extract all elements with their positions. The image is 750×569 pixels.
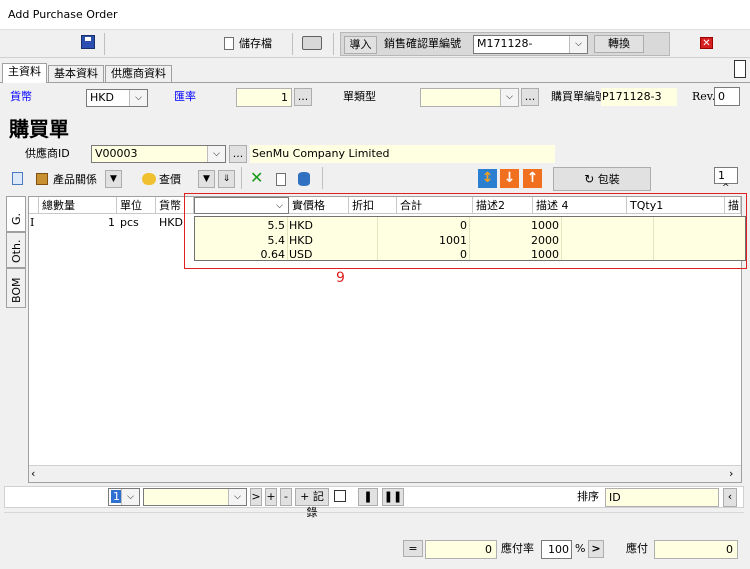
sales-confirm-select[interactable]: M171128- ⌵ [473, 35, 588, 54]
scroll-left-icon[interactable]: ‹ [31, 467, 35, 480]
chevron-down-icon[interactable]: ⌵ [129, 90, 147, 106]
row-header-cell [29, 197, 39, 214]
page-number-field[interactable]: 1 [714, 167, 738, 184]
row-select[interactable]: 1 ⌵ [108, 488, 140, 506]
import-button[interactable]: 導入 [344, 36, 377, 54]
qty-cell[interactable]: 1 [39, 216, 115, 229]
supplier-ellipsis-button[interactable]: ... [229, 145, 247, 163]
window-title: Add Purchase Order [8, 8, 118, 21]
toolbar-divider [104, 33, 105, 55]
doc-type-ellipsis-button[interactable]: ... [521, 88, 539, 106]
document-icon[interactable] [276, 173, 286, 186]
column-header[interactable]: 總數量 [39, 197, 117, 214]
save-file-button[interactable]: 儲存檔 [239, 35, 272, 53]
chevron-down-icon[interactable]: ⌵ [121, 489, 139, 505]
document-icon [224, 37, 234, 50]
tab-bar-line [0, 82, 750, 83]
delete-icon[interactable]: ✕ [250, 169, 264, 187]
po-no-value: P171128-3 [601, 88, 677, 106]
po-no-label: 購買單編號 [551, 90, 606, 103]
rate-field[interactable]: 1 [236, 88, 292, 107]
chevron-down-icon[interactable]: ⌵ [228, 489, 246, 505]
payable-label: 應付 [626, 542, 648, 555]
tab-supplier[interactable]: 供應商資料 [105, 65, 172, 82]
foot-icon[interactable]: ❚ [358, 488, 378, 506]
feet-icon[interactable]: ❚❚ [382, 488, 404, 506]
equals-button[interactable]: = [403, 540, 423, 557]
sales-confirm-label: 銷售確認單編號 [384, 37, 461, 50]
apply-rate-button[interactable]: > [588, 540, 604, 558]
status-strip [4, 512, 744, 534]
toolbar-divider [241, 167, 242, 189]
percent-label: % [575, 542, 586, 555]
move-down-icon[interactable]: ↓ [500, 169, 519, 188]
currency-cell[interactable]: HKD [159, 216, 183, 229]
price-search-icon [142, 173, 156, 185]
refresh-icon: ↻ [584, 172, 595, 186]
next-button[interactable]: > [250, 488, 262, 506]
payable-rate-label: 應付率 [501, 542, 534, 555]
filter-down-icon[interactable]: ⇓ [218, 170, 235, 188]
caret-label: ^ [722, 183, 730, 193]
check-price-button[interactable]: 查價 [159, 171, 181, 189]
column-header[interactable]: 單位 [117, 197, 156, 214]
sort-field[interactable]: ID [605, 488, 719, 507]
side-tab-general[interactable]: G. [6, 196, 26, 232]
side-tab-bom[interactable]: BOM [6, 268, 26, 308]
convert-button[interactable]: 轉換 [594, 35, 644, 53]
product-relation-button[interactable]: 產品關係 [53, 171, 97, 189]
supplier-name: SenMu Company Limited [250, 145, 555, 163]
keyboard-icon[interactable] [302, 36, 322, 50]
unit-cell[interactable]: pcs [120, 216, 139, 229]
copy-icon[interactable] [12, 172, 23, 185]
record-checkbox[interactable] [334, 490, 346, 502]
rev-label: Rev. [692, 90, 716, 103]
tab-basic[interactable]: 基本資料 [48, 65, 104, 82]
payable-field: 0 [654, 540, 738, 559]
remove-row-button[interactable]: - [280, 488, 292, 506]
horizontal-scrollbar[interactable]: ‹ › [29, 465, 741, 482]
page-title: 購買單 [9, 117, 69, 141]
title-bar: Add Purchase Order [0, 0, 750, 30]
payable-rate-field[interactable]: 100 [541, 540, 572, 559]
equals-field: 0 [425, 540, 497, 559]
rate-ellipsis-button[interactable]: ... [294, 88, 312, 106]
toolbar-divider [292, 33, 293, 55]
annotation-box [184, 193, 747, 269]
scroll-right-icon[interactable]: › [729, 467, 733, 480]
packing-button[interactable]: ↻ 包裝 [553, 167, 651, 191]
sort-label: 排序 [577, 490, 599, 503]
supplier-select[interactable]: V00003 ⌵ [91, 145, 226, 163]
filter-icon[interactable]: ▼ [105, 170, 122, 188]
currency-select[interactable]: HKD ⌵ [86, 89, 148, 107]
supplier-label: 供應商ID [25, 147, 70, 160]
database-icon[interactable] [298, 172, 310, 186]
filter-icon[interactable]: ▼ [198, 170, 215, 188]
record-select[interactable]: ⌵ [143, 488, 247, 506]
tab-main[interactable]: 主資料 [2, 63, 47, 83]
chevron-down-icon[interactable]: ⌵ [569, 36, 587, 53]
toolbar-divider [333, 33, 334, 55]
rev-field[interactable]: 0 [714, 87, 740, 106]
doc-type-label: 單類型 [343, 90, 376, 103]
sales-confirm-value: M171128- [477, 37, 533, 50]
toolbar-divider [322, 167, 323, 189]
sort-direction-button[interactable]: ‹ [723, 488, 737, 507]
chevron-down-icon[interactable]: ⌵ [500, 89, 518, 106]
move-up-icon[interactable]: ↕ [478, 169, 497, 188]
row-marker: I [30, 216, 35, 229]
move-top-icon[interactable]: ↑ [523, 169, 542, 188]
save-icon[interactable] [81, 35, 95, 49]
annotation-label: 9 [336, 270, 345, 286]
chevron-down-icon[interactable]: ⌵ [207, 146, 225, 162]
doc-type-select[interactable]: ⌵ [420, 88, 519, 107]
currency-label: 貨幣 [10, 90, 32, 103]
rate-label: 匯率 [174, 90, 196, 103]
close-icon[interactable]: ✕ [700, 37, 713, 49]
side-tab-other[interactable]: Oth. [6, 232, 26, 268]
scroll-box[interactable] [734, 60, 746, 78]
add-record-button[interactable]: + 記錄 [295, 488, 329, 519]
product-relation-icon [36, 173, 48, 185]
add-row-button[interactable]: + [265, 488, 277, 506]
